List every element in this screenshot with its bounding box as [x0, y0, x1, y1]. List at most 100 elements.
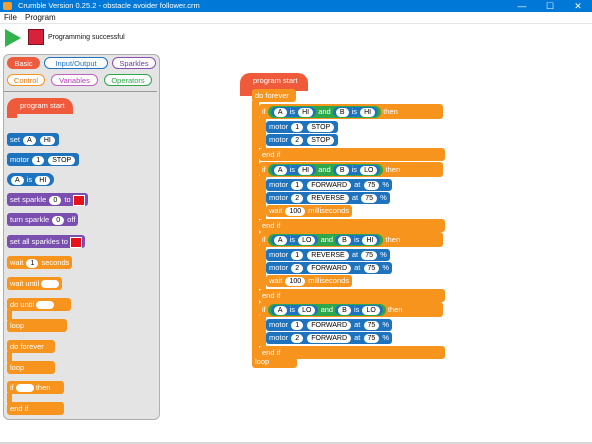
palette-turn-sparkle-block[interactable]: turn sparkle 0 off [7, 213, 79, 226]
motor-num[interactable]: 2 [291, 333, 304, 343]
motor-block[interactable]: motor 2 FORWARD at 75 % [266, 332, 393, 344]
motor-action[interactable]: FORWARD [307, 333, 352, 343]
palette-set-all-sparkles-block[interactable]: set all sparkles to [7, 235, 85, 248]
and-condition[interactable]: A is LO and B is LO [267, 304, 386, 317]
motor-action[interactable]: FORWARD [307, 263, 352, 273]
motor-num[interactable]: 1 [291, 250, 304, 260]
and-condition[interactable]: A is HI and B is LO [267, 164, 384, 177]
motor-speed[interactable]: 75 [363, 263, 380, 273]
palette-set-sparkle-block[interactable]: set sparkle 0 to [7, 193, 88, 206]
color-swatch[interactable] [72, 194, 85, 206]
input-a: A [273, 165, 287, 175]
motor-action[interactable]: REVERSE [307, 193, 349, 203]
input-b: B [338, 305, 351, 315]
wait-value[interactable]: 100 [285, 276, 306, 286]
category-input-output[interactable]: Input/Output [44, 57, 108, 69]
input-a-value[interactable]: HI [298, 165, 314, 175]
kw-motor: motor [269, 193, 289, 202]
input-a: A [273, 235, 287, 245]
motor-num[interactable]: 2 [291, 193, 304, 203]
wait-ms-block[interactable]: wait 100 milliseconds [266, 275, 353, 287]
compare-b[interactable]: B is LO [335, 305, 383, 316]
input-b-value[interactable]: LO [360, 165, 378, 175]
minimize-button[interactable]: — [508, 0, 536, 12]
category-sparkles[interactable]: Sparkles [112, 57, 156, 69]
palette-is-block[interactable]: A is HI [7, 173, 55, 186]
menu-program[interactable]: Program [25, 13, 56, 22]
if-block-3[interactable]: if A is LO and B is HI then [259, 232, 443, 247]
menu-file[interactable]: File [4, 13, 17, 22]
compare-a[interactable]: A is LO [270, 235, 319, 246]
category-operators[interactable]: Operators [104, 74, 152, 86]
palette-set-block[interactable]: set A HI [7, 133, 59, 146]
motor-speed[interactable]: 75 [361, 193, 377, 203]
color-swatch[interactable] [69, 236, 82, 248]
palette-if-block[interactable]: if then [7, 381, 64, 394]
end-if-4[interactable]: end if [259, 346, 445, 359]
input-a-value[interactable]: HI [298, 107, 314, 117]
input-b-value[interactable]: LO [362, 305, 380, 315]
if-block-4[interactable]: if A is LO and B is LO then [259, 302, 443, 317]
motor-num[interactable]: 1 [291, 320, 304, 330]
stop-icon[interactable] [28, 29, 44, 45]
palette-wait-seconds-block[interactable]: wait 1 seconds [7, 256, 73, 269]
motor-num[interactable]: 1 [291, 180, 304, 190]
category-basic[interactable]: Basic [7, 57, 40, 69]
end-if-2[interactable]: end if [259, 219, 445, 232]
var-a: A [23, 135, 36, 145]
close-button[interactable]: ✕ [564, 0, 592, 12]
palette-motor-block[interactable]: motor 1 STOP [7, 153, 80, 166]
motor-action[interactable]: STOP [307, 122, 335, 132]
kw-at: at [354, 263, 361, 272]
motor-action[interactable]: FORWARD [307, 320, 352, 330]
input-a-value[interactable]: LO [298, 235, 316, 245]
motor-block[interactable]: motor 2 STOP [266, 134, 339, 146]
compare-a[interactable]: A is HI [270, 107, 317, 118]
play-icon[interactable] [5, 29, 21, 47]
motor-action[interactable]: STOP [307, 135, 335, 145]
maximize-button[interactable]: ☐ [536, 0, 564, 12]
motor-speed[interactable]: 75 [363, 333, 380, 343]
palette-do-until-block[interactable]: do until [7, 298, 71, 311]
motor-action[interactable]: REVERSE [307, 250, 349, 260]
input-b-value[interactable]: HI [362, 235, 378, 245]
end-if-3[interactable]: end if [259, 289, 445, 302]
category-control[interactable]: Control [7, 74, 45, 86]
motor-action[interactable]: FORWARD [307, 180, 352, 190]
if-block-2[interactable]: if A is HI and B is LO then [259, 162, 443, 177]
kw-wait: wait [269, 206, 283, 215]
motor-num[interactable]: 2 [291, 263, 304, 273]
if-block-1[interactable]: if A is HI and B is HI then [259, 104, 443, 119]
and-condition[interactable]: A is HI and B is HI [267, 106, 382, 119]
motor-num[interactable]: 1 [291, 122, 304, 132]
wait-value[interactable]: 100 [285, 206, 306, 216]
end-if-1[interactable]: end if [259, 148, 445, 161]
motor-speed[interactable]: 75 [361, 250, 377, 260]
palette-program-start[interactable]: program start [17, 99, 68, 112]
compare-a[interactable]: A is LO [270, 305, 319, 316]
motor-block[interactable]: motor 2 REVERSE at 75 % [266, 192, 390, 204]
kw-is: is [351, 107, 358, 117]
motor-speed[interactable]: 75 [363, 180, 380, 190]
and-condition[interactable]: A is LO and B is HI [267, 234, 384, 247]
input-a-value[interactable]: LO [298, 305, 316, 315]
motor-block[interactable]: motor 1 FORWARD at 75 % [266, 319, 393, 331]
category-variables[interactable]: Variables [51, 74, 98, 86]
motor-block[interactable]: motor 1 FORWARD at 75 % [266, 179, 393, 191]
compare-a[interactable]: A is HI [270, 165, 317, 176]
script-program-start[interactable]: program start [250, 74, 301, 87]
motor-num[interactable]: 2 [291, 135, 304, 145]
palette-do-forever-block[interactable]: do forever [7, 340, 55, 353]
compare-b[interactable]: B is HI [335, 235, 381, 246]
motor-block[interactable]: motor 1 STOP [266, 121, 339, 133]
motor-block[interactable]: motor 2 FORWARD at 75 % [266, 262, 393, 274]
input-b-value[interactable]: HI [360, 107, 376, 117]
motor-speed[interactable]: 75 [363, 320, 380, 330]
compare-b[interactable]: B is LO [332, 165, 381, 176]
motor-block[interactable]: motor 1 REVERSE at 75 % [266, 249, 390, 261]
palette-wait-until-block[interactable]: wait until [7, 277, 63, 290]
kw-set-sparkle: set sparkle [10, 195, 47, 204]
kw-and: and [318, 165, 331, 175]
wait-ms-block[interactable]: wait 100 milliseconds [266, 205, 353, 217]
compare-b[interactable]: B is HI [332, 107, 379, 118]
